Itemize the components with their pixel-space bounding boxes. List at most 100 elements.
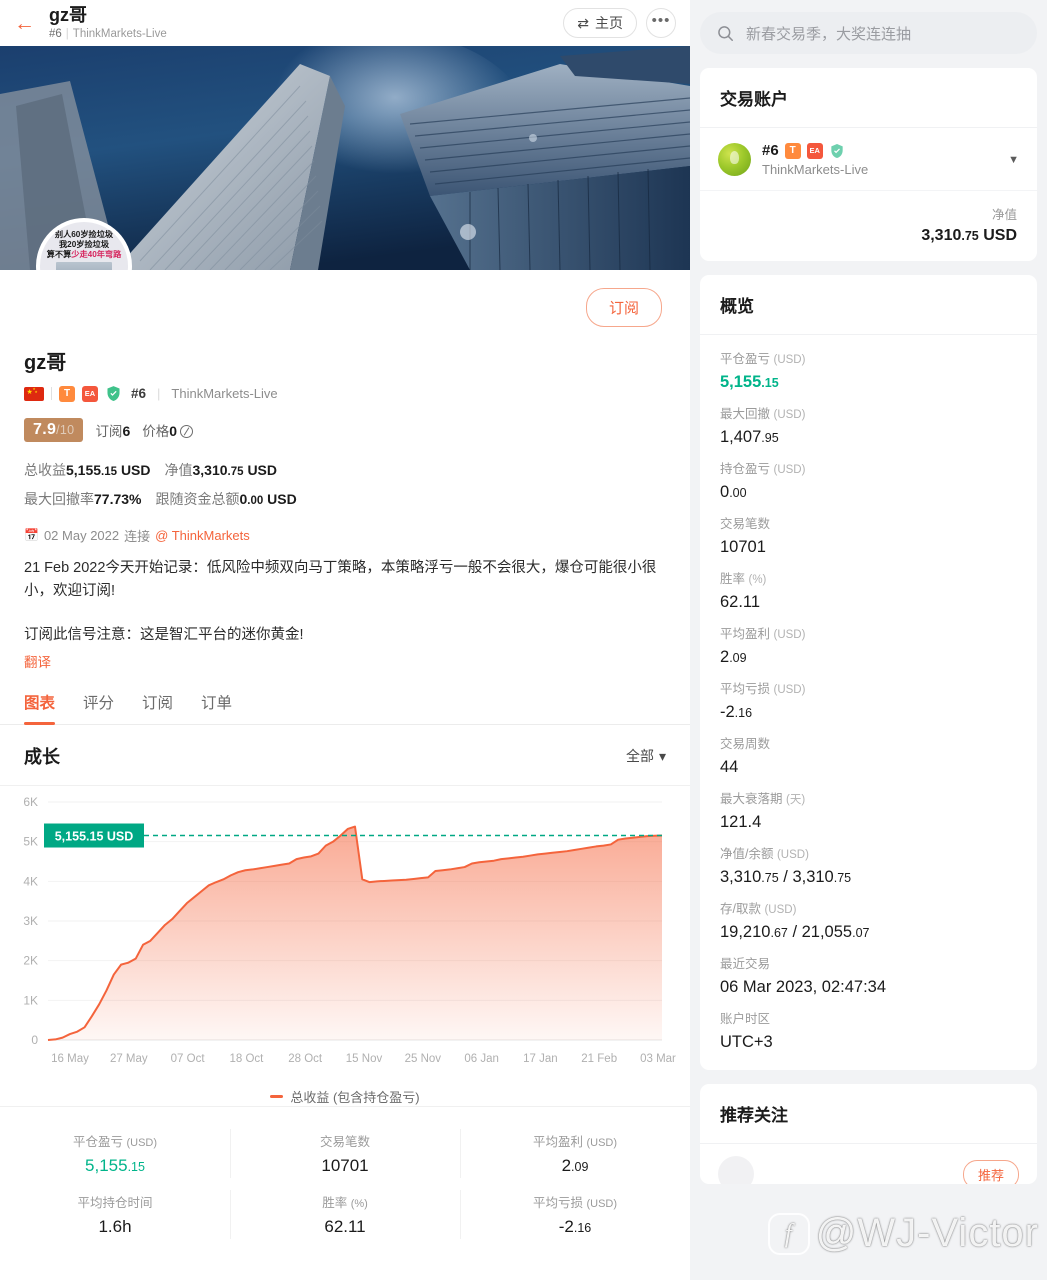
search-icon <box>718 25 733 41</box>
subscribe-row: 订阅 <box>0 270 690 346</box>
page-title: gz哥 <box>49 5 87 26</box>
home-button[interactable]: ⇄ 主页 <box>563 8 637 38</box>
overview-item: 最近交易 06 Mar 2023, 02:47:34 <box>720 944 1017 999</box>
chart-x-tick: 03 Mar <box>640 1053 676 1065</box>
avatar-line-3: 算不算少走40年弯路 <box>46 250 122 259</box>
header-server: ThinkMarkets-Live <box>72 27 167 40</box>
chart-y-tick: 1K <box>23 994 38 1008</box>
bottom-stats-grid: 平仓盈亏 (USD) 5,155.15 交易笔数 10701 平均盈利 (USD… <box>0 1106 690 1251</box>
bottom-stats-row-1: 平仓盈亏 (USD) 5,155.15 交易笔数 10701 平均盈利 (USD… <box>0 1123 690 1184</box>
watermark-text: @WJ-Victor <box>815 1211 1039 1255</box>
top-bar-actions: ⇄ 主页 ••• <box>563 8 676 38</box>
trader-badge-icon: T <box>59 385 75 402</box>
profile-rank: #6 <box>131 386 147 401</box>
growth-range-label: 全部 <box>625 748 654 765</box>
chevron-down-icon[interactable]: ▼ <box>1008 154 1019 166</box>
growth-range-selector[interactable]: 全部 ▾ <box>626 746 666 766</box>
account-server: ThinkMarkets-Live <box>762 162 869 177</box>
chart-x-tick: 15 Nov <box>346 1053 383 1065</box>
header-title-block: gz哥 #6 | ThinkMarkets-Live <box>49 5 167 40</box>
overview-title: 概览 <box>700 275 1037 335</box>
growth-chart: 0 1K 2K 3K 4K 5K 6K 5,155.15 USD 16 May 27 May 07 … <box>0 786 690 1091</box>
overview-item-value: 121.4 <box>720 813 762 831</box>
profile-rank-divider: | <box>157 386 161 401</box>
more-options-button[interactable]: ••• <box>646 8 676 38</box>
calendar-icon: 📅 <box>24 528 39 543</box>
recommend-row[interactable]: 推荐 <box>700 1144 1037 1184</box>
overview-item-label: 最大回撤 (USD) <box>720 407 806 421</box>
tab-subscriptions[interactable]: 订阅 <box>142 691 173 724</box>
search-input[interactable]: 新春交易季，大奖连连抽 <box>700 12 1037 54</box>
verified-shield-icon <box>829 142 846 159</box>
overview-item-label: 平仓盈亏 (USD) <box>720 352 806 366</box>
account-row[interactable]: #6 T EA ThinkMarkets-Live ▼ <box>700 128 1037 191</box>
recommend-avatar <box>718 1156 754 1184</box>
trading-account-card: 交易账户 #6 T EA ThinkMarkets-Live ▼ 净值 3,31… <box>700 68 1037 261</box>
header-rank: #6 <box>49 27 62 40</box>
overview-item-value: 06 Mar 2023, 02:47:34 <box>720 978 887 996</box>
stat-value: 62.11 <box>324 1217 366 1237</box>
stat-value: 2.09 <box>561 1156 589 1176</box>
overview-item-value: 10701 <box>720 538 766 556</box>
account-badges: #6 T EA <box>762 142 868 159</box>
overview-item-label: 账户时区 <box>720 1012 771 1026</box>
profile-section: gz哥 ★ ★ ★ T EA #6 | ThinkMarkets-Live 7.9/… <box>0 346 690 671</box>
chart-x-tick: 06 Jan <box>464 1053 499 1065</box>
overview-item-label: 存/取款 (USD) <box>720 902 797 916</box>
chart-y-tick: 2K <box>23 954 38 968</box>
search-placeholder: 新春交易季，大奖连连抽 <box>746 25 912 43</box>
tab-rating[interactable]: 评分 <box>83 691 114 724</box>
chart-area-fill <box>48 826 662 1041</box>
stat-label: 平均持仓时间 <box>77 1196 153 1211</box>
overview-item: 账户时区 UTC+3 <box>720 999 1017 1054</box>
avatar-content: 别人60岁捡垃圾 我20岁捡垃圾 算不算少走40年弯路 <box>40 222 128 270</box>
badge-divider <box>51 387 52 400</box>
avatar[interactable]: 别人60岁捡垃圾 我20岁捡垃圾 算不算少走40年弯路 <box>36 218 132 270</box>
overview-item: 最大衰落期 (天) 121.4 <box>720 779 1017 834</box>
overview-item-label: 平均亏损 (USD) <box>720 682 806 696</box>
overview-item: 交易周数 44 <box>720 724 1017 779</box>
profile-description-1: 21 Feb 2022今天开始记录：低风险中频双向马丁策略，本策略浮亏一般不会很… <box>24 559 657 600</box>
stat-value: 1.6h <box>98 1217 132 1237</box>
avatar-photo <box>56 262 112 270</box>
growth-header: 成长 全部 ▾ <box>0 725 690 787</box>
overview-item-label: 持仓盈亏 (USD) <box>720 462 806 476</box>
subscribe-button[interactable]: 订阅 <box>585 288 662 327</box>
overview-item-value: 0.00 <box>720 483 747 501</box>
recommend-title: 推荐关注 <box>700 1084 1037 1144</box>
overview-card: 概览 平仓盈亏 (USD) 5,155.15 最大回撤 (USD) 1,407.95 持… <box>700 275 1037 1070</box>
profile-stats: 总收益5,155.15 USD 净值3,310.75 USD 最大回撤率77.73… <box>24 456 666 515</box>
verified-shield-icon <box>105 385 122 402</box>
overview-item-value: 5,155.15 <box>720 373 779 391</box>
profile-name: gz哥 <box>24 352 67 374</box>
overview-item: 存/取款 (USD) 19,210.67 / 21,055.07 <box>720 889 1017 944</box>
chart-value-tooltip: 5,155.15 USD <box>44 823 144 848</box>
chart-x-tick: 21 Feb <box>581 1053 617 1065</box>
profile-description-2: 订阅此信号注意：这是智汇平台的迷你黄金! <box>24 626 304 643</box>
swap-icon: ⇄ <box>577 14 589 31</box>
stat-label: 平均亏损 (USD) <box>532 1196 618 1211</box>
overview-item: 净值/余额 (USD) 3,310.75 / 3,310.75 <box>720 834 1017 889</box>
back-arrow-icon[interactable]: ← <box>14 13 35 34</box>
score-badge: 7.9/10 <box>24 418 84 442</box>
chart-y-tick: 6K <box>23 795 38 809</box>
tab-bar: 图表 评分 订阅 订单 <box>0 691 690 726</box>
overview-item-value: 44 <box>720 758 739 776</box>
coin-icon <box>180 425 194 438</box>
tab-chart[interactable]: 图表 <box>24 691 56 726</box>
broker-link[interactable]: @ ThinkMarkets <box>155 528 250 543</box>
chart-x-tick: 25 Nov <box>405 1053 442 1065</box>
account-rank: #6 <box>762 142 779 159</box>
price-stat: 价格0 <box>142 420 194 440</box>
page-root: ← gz哥 #6 | ThinkMarkets-Live ⇄ 主页 ••• 别人… <box>0 0 1047 1280</box>
connect-label: 连接 <box>124 528 151 544</box>
tab-orders[interactable]: 订单 <box>201 691 232 724</box>
chart-x-tick: 16 May <box>51 1053 89 1065</box>
profile-stats-line-1: 总收益5,155.15 USD 净值3,310.75 USD <box>24 462 277 478</box>
stat-avg-loss: 平均亏损 (USD) -2.16 <box>460 1184 690 1245</box>
translate-link[interactable]: 翻译 <box>24 651 666 671</box>
legend-color-swatch <box>270 1095 284 1099</box>
overview-item-value: 62.11 <box>720 593 761 611</box>
recommend-follow-button[interactable]: 推荐 <box>962 1159 1019 1184</box>
overview-item-label: 净值/余额 (USD) <box>720 847 809 861</box>
